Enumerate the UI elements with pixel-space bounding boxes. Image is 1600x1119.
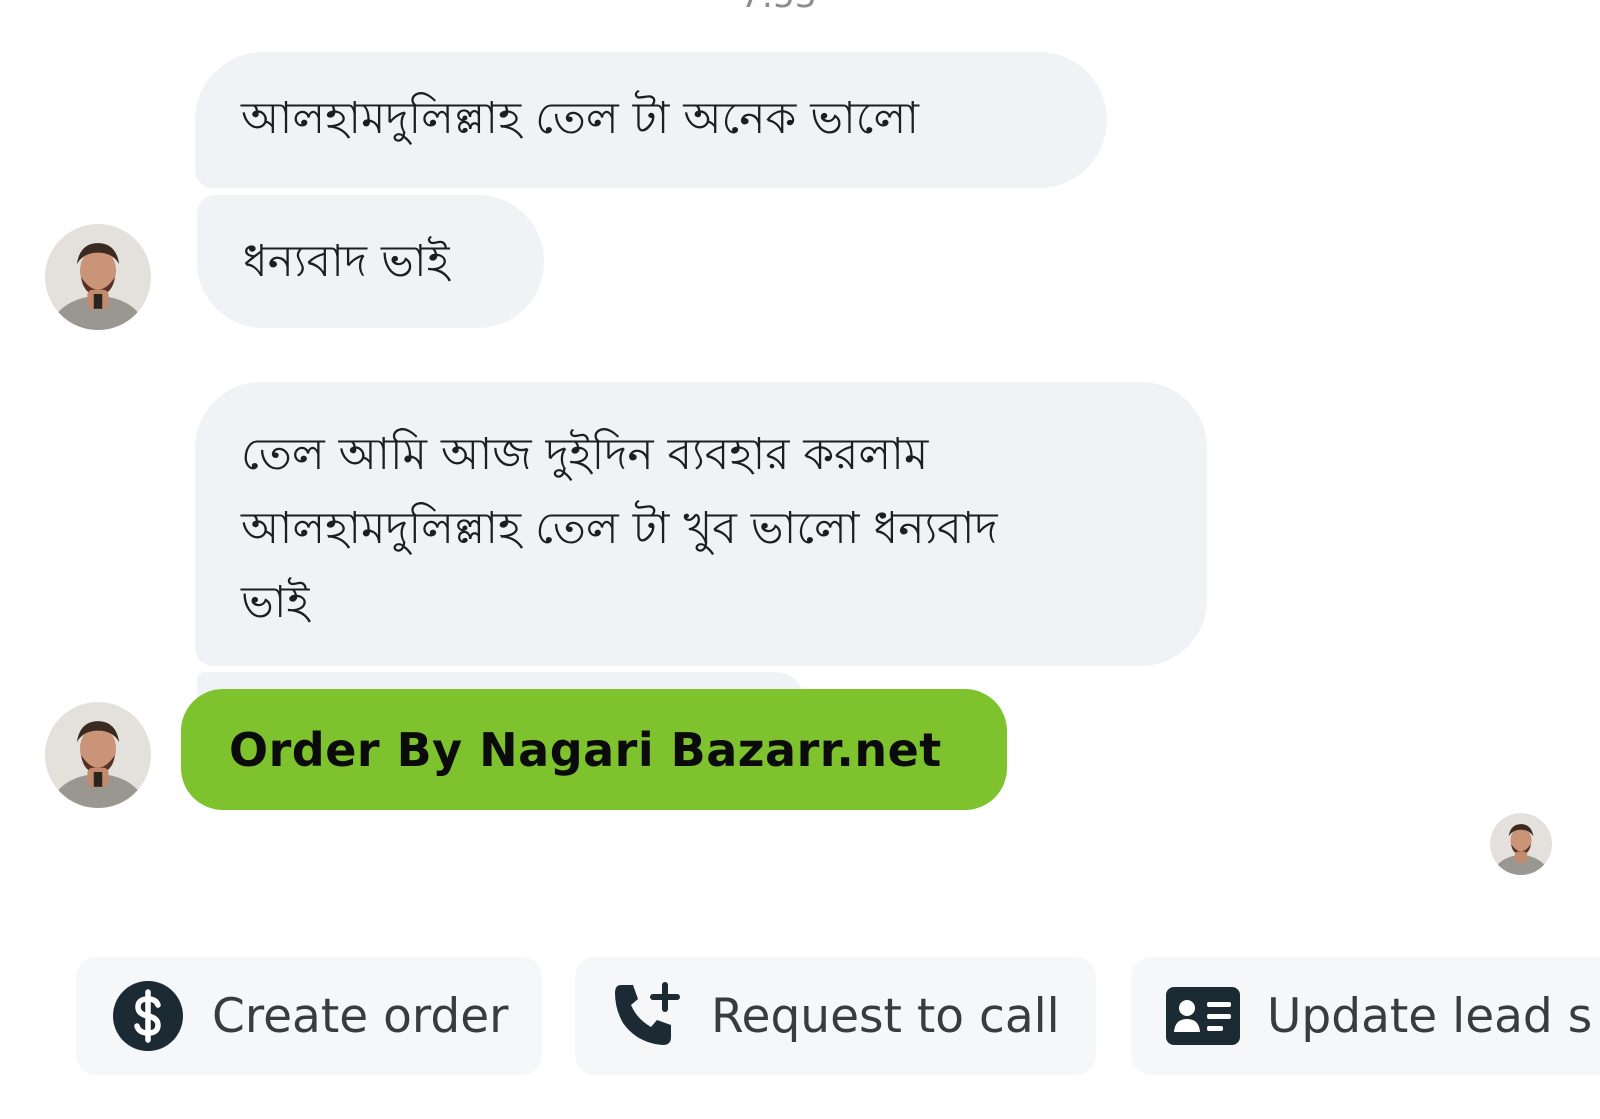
message-timestamp: 7:53 (740, 0, 816, 16)
contact-avatar[interactable] (45, 224, 151, 330)
message-bubble[interactable]: ধন্যবাদ ভাই (197, 195, 544, 328)
phone-plus-icon (611, 979, 685, 1053)
seen-indicator-avatar (1490, 813, 1552, 875)
order-banner-text: Order By Nagari Bazarr.net (229, 722, 942, 777)
request-to-call-label: Request to call (711, 988, 1060, 1044)
update-lead-button[interactable]: Update lead s (1131, 957, 1600, 1075)
order-banner: Order By Nagari Bazarr.net (181, 689, 1007, 810)
dollar-circle-icon (112, 980, 184, 1052)
message-text-line: আলহামদুলিল্লাহ তেল টা অনেক ভালো (241, 93, 920, 144)
message-text-line: তেল আমি আজ দুইদিন ব্যবহার করলাম (241, 429, 929, 480)
message-bubble[interactable]: আলহামদুলিল্লাহ তেল টা অনেক ভালো (195, 52, 1107, 188)
message-text-line: ভাই (241, 577, 310, 628)
contact-avatar[interactable] (45, 702, 151, 808)
update-lead-label: Update lead s (1267, 988, 1593, 1044)
create-order-button[interactable]: Create order (76, 957, 542, 1075)
message-text-line: আলহামদুলিল্লাহ তেল টা খুব ভালো ধন্যবাদ (241, 503, 998, 554)
message-text-line: ধন্যবাদ ভাই (243, 236, 450, 287)
message-bubble[interactable]: তেল আমি আজ দুইদিন ব্যবহার করলাম আলহামদুল… (195, 382, 1207, 666)
create-order-label: Create order (212, 988, 509, 1044)
request-to-call-button[interactable]: Request to call (575, 957, 1096, 1075)
contact-card-icon (1165, 986, 1241, 1046)
